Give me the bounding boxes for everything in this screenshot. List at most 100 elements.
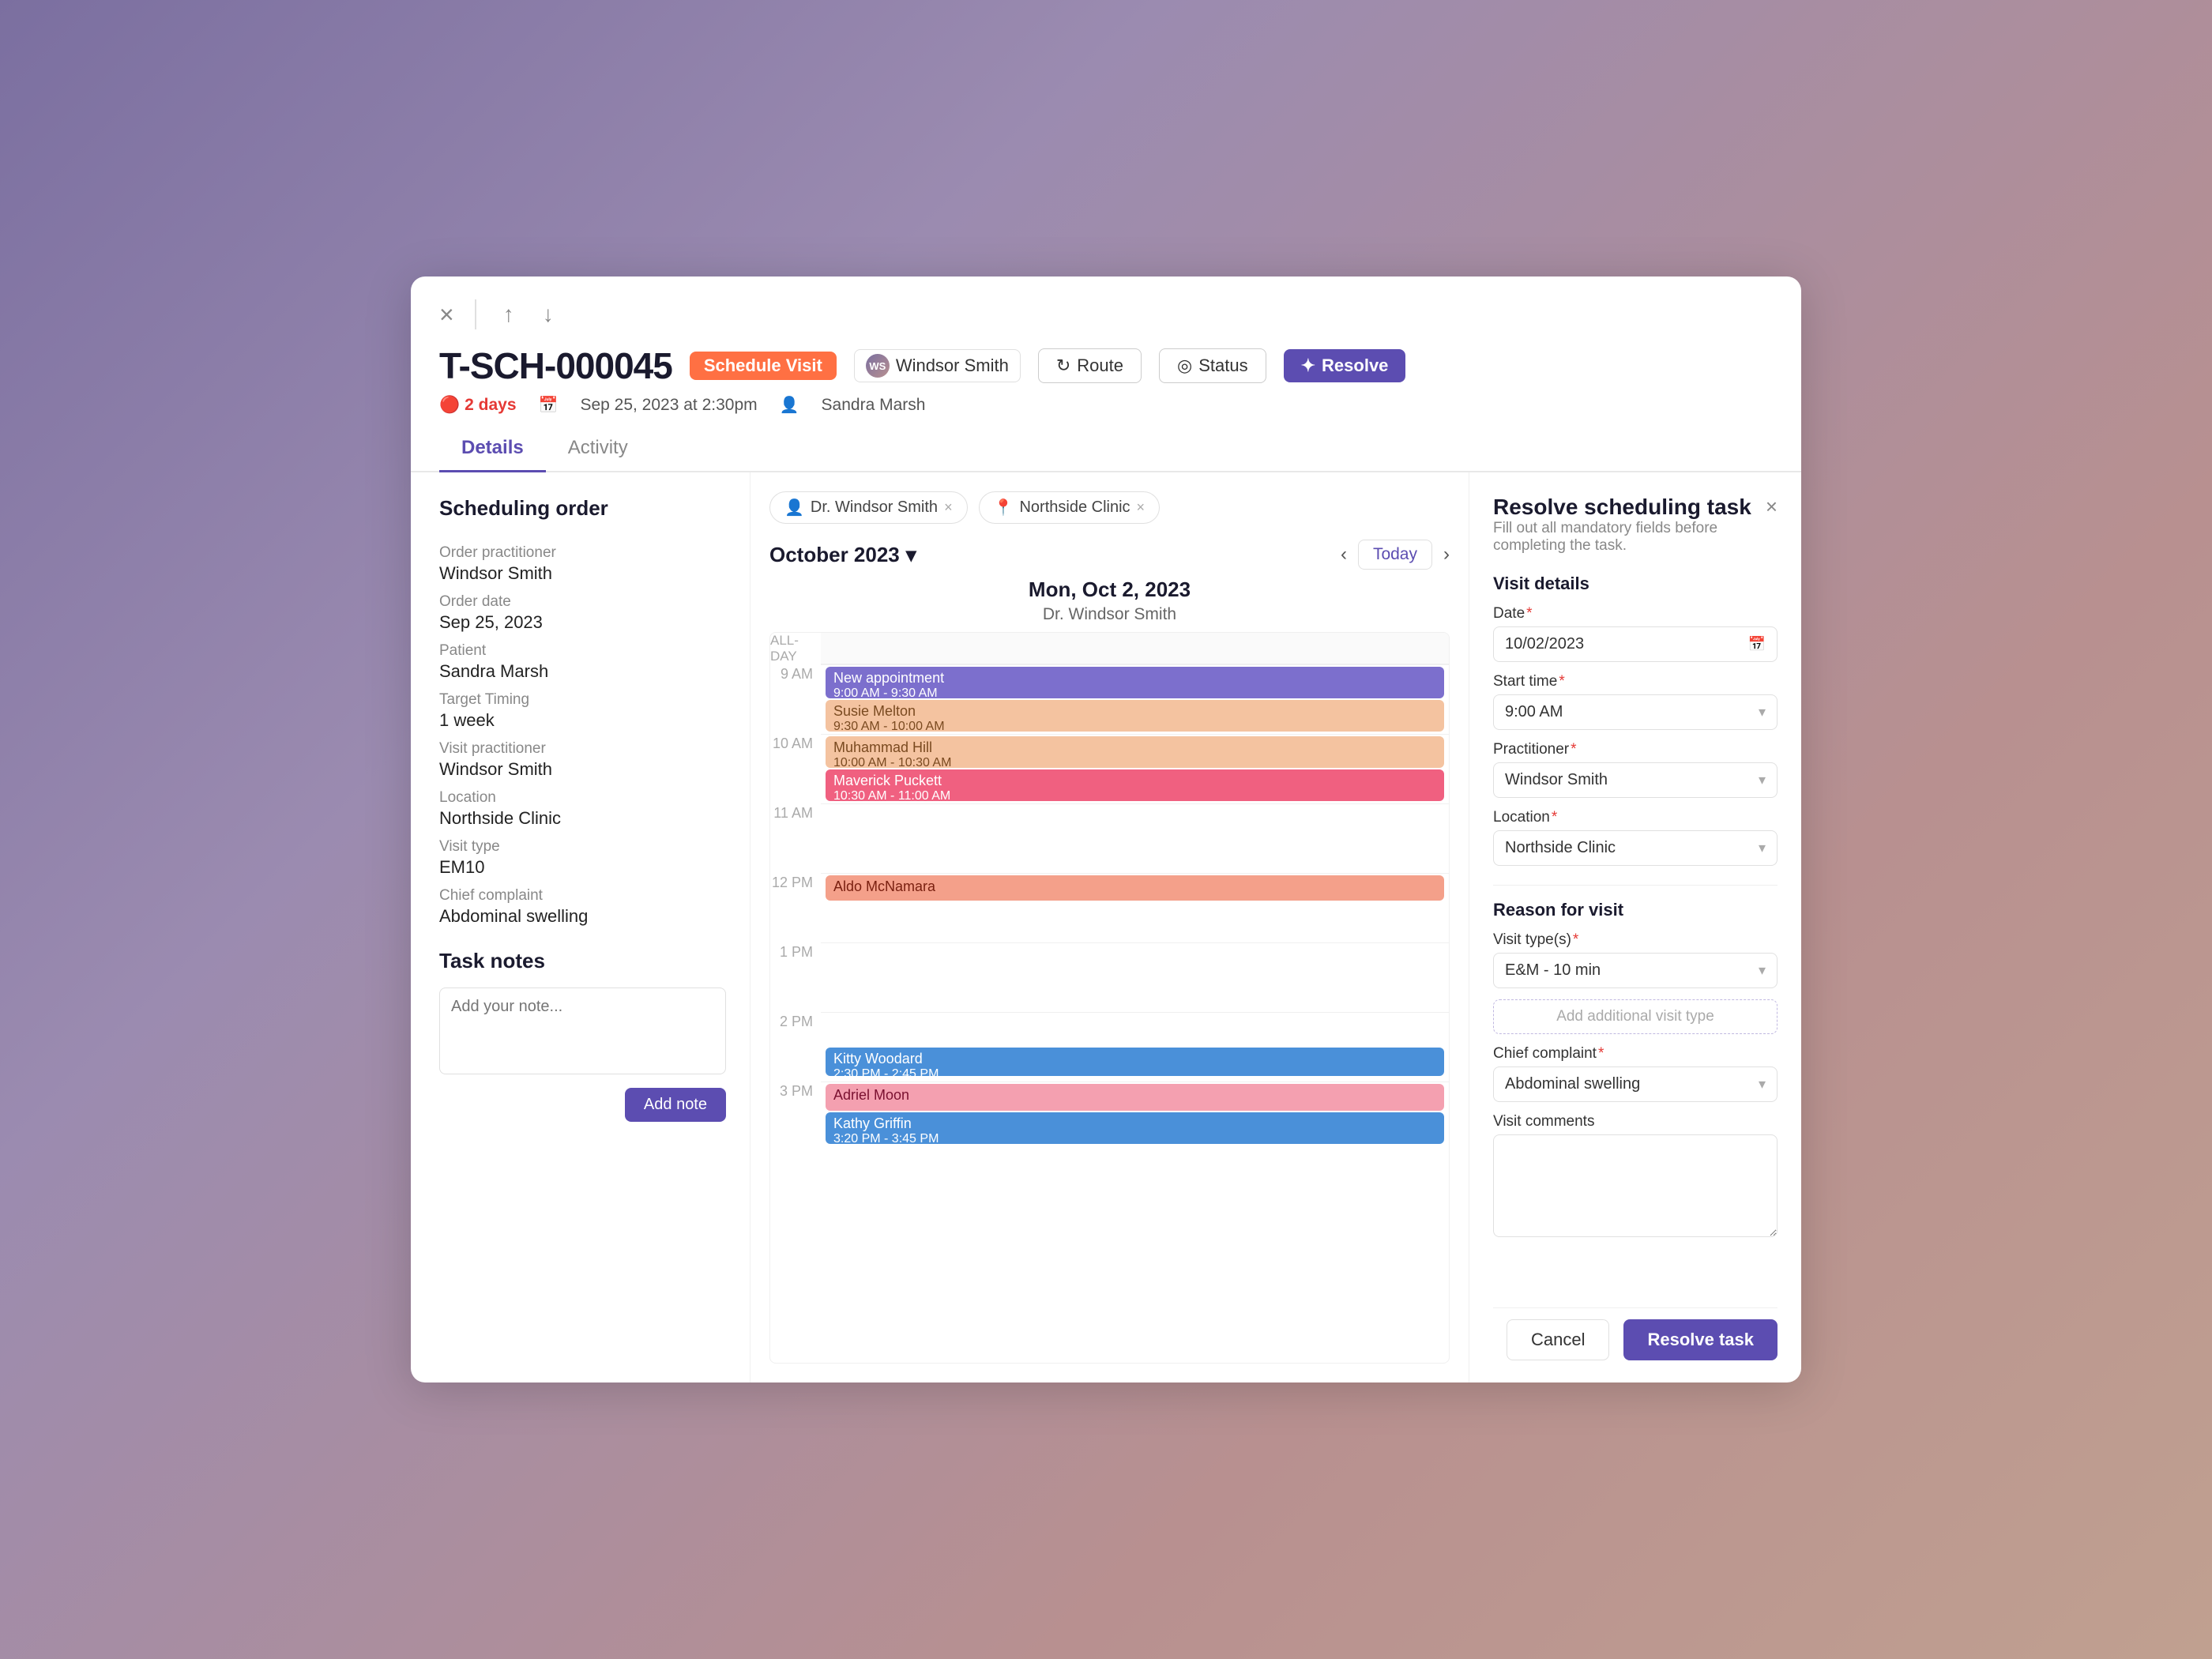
event-kitty-woodard[interactable]: Kitty Woodard 2:30 PM - 2:45 PM	[826, 1048, 1444, 1076]
event-new-appointment[interactable]: New appointment 9:00 AM - 9:30 AM	[826, 667, 1444, 698]
chief-complaint-value: Abdominal swelling	[1505, 1075, 1640, 1093]
order-date-label: Order date	[439, 593, 726, 611]
event-adriel-moon[interactable]: Adriel Moon	[826, 1084, 1444, 1111]
cal-next-button[interactable]: ›	[1443, 544, 1450, 566]
hour-row-9: New appointment 9:00 AM - 9:30 AM Susie …	[821, 664, 1449, 734]
event-title: Adriel Moon	[833, 1087, 1436, 1104]
location-value: Northside Clinic	[439, 808, 726, 829]
date-input[interactable]: 10/02/2023 📅	[1493, 626, 1778, 662]
target-timing-value: 1 week	[439, 710, 726, 731]
time-slot-12pm: 12 PM	[770, 873, 821, 942]
patient-label: Patient	[439, 642, 726, 660]
cal-prev-button[interactable]: ‹	[1341, 544, 1347, 566]
chevron-down-icon: ▾	[1759, 704, 1766, 720]
location-value: Northside Clinic	[1505, 839, 1616, 857]
tab-details[interactable]: Details	[439, 426, 546, 472]
start-time-select[interactable]: 9:00 AM ▾	[1493, 694, 1778, 730]
time-slot-2pm: 2 PM	[770, 1012, 821, 1082]
date-value: 10/02/2023	[1505, 635, 1584, 653]
resolve-button[interactable]: ✦ Resolve	[1284, 349, 1406, 382]
event-aldo-mcnamara[interactable]: Aldo McNamara	[826, 875, 1444, 901]
event-title: Susie Melton	[833, 703, 1436, 720]
event-title: Aldo McNamara	[833, 878, 1436, 895]
practitioner-filter-icon: 👤	[784, 498, 804, 517]
tab-activity[interactable]: Activity	[546, 426, 650, 472]
task-id: T-SCH-000045	[439, 344, 672, 387]
filter-practitioner[interactable]: 👤 Dr. Windsor Smith ×	[769, 491, 968, 524]
event-time: 3:20 PM - 3:45 PM	[833, 1132, 1436, 1146]
calendar-icon: 📅	[1748, 636, 1766, 653]
user-icon: 👤	[780, 395, 799, 415]
location-select[interactable]: Northside Clinic ▾	[1493, 830, 1778, 866]
event-susie-melton[interactable]: Susie Melton 9:30 AM - 10:00 AM	[826, 700, 1444, 732]
hour-row-12: Aldo McNamara	[821, 873, 1449, 942]
calendar-body: ALL-DAY 9 AM 10 AM 11 AM 12 PM 1 PM 2 PM…	[769, 632, 1450, 1364]
event-maverick-puckett[interactable]: Maverick Puckett 10:30 AM - 11:00 AM	[826, 769, 1444, 801]
visit-type-value: EM10	[439, 857, 726, 878]
filter-practitioner-label: Dr. Windsor Smith	[811, 498, 938, 517]
nav-up-button[interactable]: ↑	[497, 299, 521, 330]
hour-row-3pm: Adriel Moon Kathy Griffin 3:20 PM - 3:45…	[821, 1082, 1449, 1151]
visit-practitioner-label: Visit practitioner	[439, 740, 726, 758]
user-badge[interactable]: WS Windsor Smith	[854, 349, 1021, 382]
start-time-field-label: Start time*	[1493, 673, 1778, 690]
left-panel: Scheduling order Order practitioner Wind…	[411, 472, 750, 1382]
header-row1: T-SCH-000045 Schedule Visit WS Windsor S…	[439, 344, 1773, 387]
date-field-label: Date*	[1493, 605, 1778, 623]
event-muhammad-hill[interactable]: Muhammad Hill 10:00 AM - 10:30 AM	[826, 736, 1444, 768]
location-field-label: Location*	[1493, 809, 1778, 826]
calendar-nav: October 2023 ▾ ‹ Today ›	[769, 540, 1450, 570]
chief-complaint-select[interactable]: Abdominal swelling ▾	[1493, 1066, 1778, 1102]
modal-container: × ↑ ↓ T-SCH-000045 Schedule Visit WS Win…	[411, 276, 1801, 1382]
nav-bar: × ↑ ↓	[411, 276, 1801, 330]
add-note-button[interactable]: Add note	[625, 1088, 726, 1122]
nav-divider	[475, 299, 476, 329]
calendar-filters: 👤 Dr. Windsor Smith × 📍 Northside Clinic…	[769, 491, 1450, 524]
notes-textarea[interactable]	[439, 988, 726, 1074]
event-time: 9:30 AM - 10:00 AM	[833, 720, 1436, 734]
filter-practitioner-close[interactable]: ×	[944, 499, 953, 516]
filter-location[interactable]: 📍 Northside Clinic ×	[979, 491, 1160, 524]
overdue-badge: 🔴 2 days	[439, 396, 517, 415]
status-icon: ◎	[1177, 356, 1192, 376]
date-icon: 📅	[539, 395, 559, 415]
time-slot-9am: 9 AM	[770, 664, 821, 734]
reason-for-visit-title: Reason for visit	[1493, 900, 1778, 920]
chevron-down-icon: ▾	[1759, 772, 1766, 788]
calendar-month[interactable]: October 2023 ▾	[769, 543, 916, 567]
cancel-button[interactable]: Cancel	[1507, 1319, 1609, 1360]
right-panel-title: Resolve scheduling task	[1493, 495, 1766, 520]
status-button[interactable]: ◎ Status	[1159, 348, 1266, 383]
hour-row-11	[821, 803, 1449, 873]
filter-location-close[interactable]: ×	[1137, 499, 1146, 516]
start-time-value: 9:00 AM	[1505, 703, 1563, 721]
target-timing-label: Target Timing	[439, 691, 726, 709]
right-panel: Resolve scheduling task Fill out all man…	[1469, 472, 1801, 1382]
event-kathy-griffin[interactable]: Kathy Griffin 3:20 PM - 3:45 PM	[826, 1112, 1444, 1144]
time-slot-10am: 10 AM	[770, 734, 821, 803]
visit-types-value: E&M - 10 min	[1505, 961, 1601, 980]
nav-down-button[interactable]: ↓	[536, 299, 560, 330]
close-icon[interactable]: ×	[439, 300, 454, 329]
header-assignee: Sandra Marsh	[822, 396, 926, 415]
visit-types-select[interactable]: E&M - 10 min ▾	[1493, 953, 1778, 988]
center-panel: 👤 Dr. Windsor Smith × 📍 Northside Clinic…	[750, 472, 1469, 1382]
hour-row-2pm: Kitty Woodard 2:30 PM - 2:45 PM	[821, 1012, 1449, 1082]
resolve-task-button[interactable]: Resolve task	[1623, 1319, 1778, 1360]
cal-today-button[interactable]: Today	[1358, 540, 1432, 570]
practitioner-select[interactable]: Windsor Smith ▾	[1493, 762, 1778, 798]
chief-complaint-value: Abdominal swelling	[439, 906, 726, 927]
right-panel-footer: Cancel Resolve task	[1493, 1307, 1778, 1360]
add-visit-type-button[interactable]: Add additional visit type	[1493, 999, 1778, 1034]
hour-row-10: Muhammad Hill 10:00 AM - 10:30 AM Maveri…	[821, 734, 1449, 803]
all-day-label: ALL-DAY	[770, 633, 821, 664]
avatar: WS	[866, 354, 890, 378]
chevron-down-icon: ▾	[1759, 1076, 1766, 1093]
calendar-resource-header: Dr. Windsor Smith	[769, 605, 1450, 624]
calendar-date-header: Mon, Oct 2, 2023	[769, 577, 1450, 602]
route-button[interactable]: ↻ Route	[1038, 348, 1142, 383]
chevron-down-icon: ▾	[906, 543, 916, 567]
visit-comments-textarea[interactable]	[1493, 1134, 1778, 1237]
right-panel-close-button[interactable]: ×	[1766, 495, 1778, 519]
time-column: ALL-DAY 9 AM 10 AM 11 AM 12 PM 1 PM 2 PM…	[770, 633, 821, 1363]
